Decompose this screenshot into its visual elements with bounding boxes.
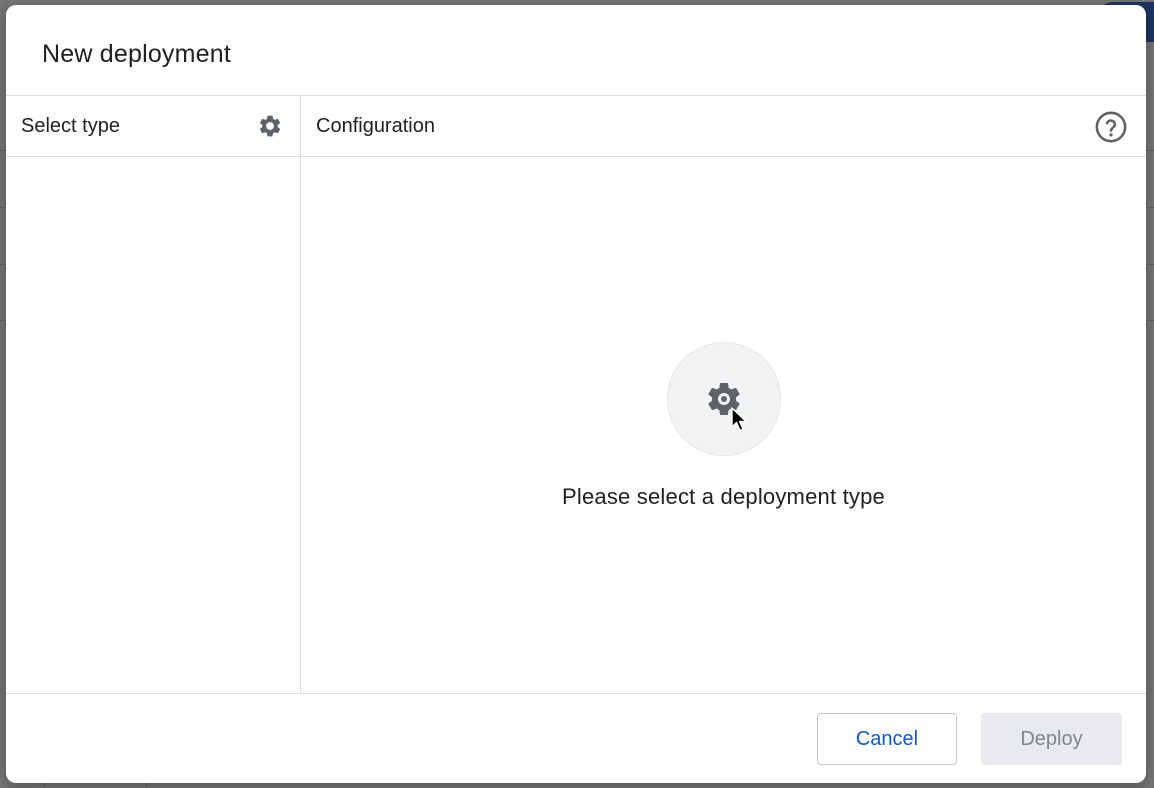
configuration-header: Configuration xyxy=(301,96,1146,157)
new-deployment-dialog: New deployment Select type Configuration xyxy=(6,5,1146,783)
select-type-header: Select type xyxy=(6,96,300,157)
gear-icon xyxy=(259,115,281,137)
deployment-types-settings-button[interactable] xyxy=(256,112,284,140)
empty-state: Please select a deployment type xyxy=(301,342,1146,510)
mouse-cursor-icon xyxy=(730,407,747,432)
configuration-pane: Configuration Please select a deployment… xyxy=(301,96,1146,693)
dialog-footer: Cancel Deploy xyxy=(6,693,1146,783)
empty-state-icon-container xyxy=(666,342,781,456)
select-type-pane: Select type xyxy=(6,96,301,693)
dialog-header: New deployment xyxy=(6,5,1146,96)
empty-state-message: Please select a deployment type xyxy=(562,484,885,509)
select-type-title: Select type xyxy=(21,115,120,137)
dialog-title: New deployment xyxy=(42,40,232,68)
cancel-button[interactable]: Cancel xyxy=(817,713,957,765)
help-button[interactable] xyxy=(1094,110,1128,144)
deploy-button[interactable]: Deploy xyxy=(981,713,1122,765)
configuration-title: Configuration xyxy=(316,115,435,137)
help-circle-icon xyxy=(1095,111,1127,143)
